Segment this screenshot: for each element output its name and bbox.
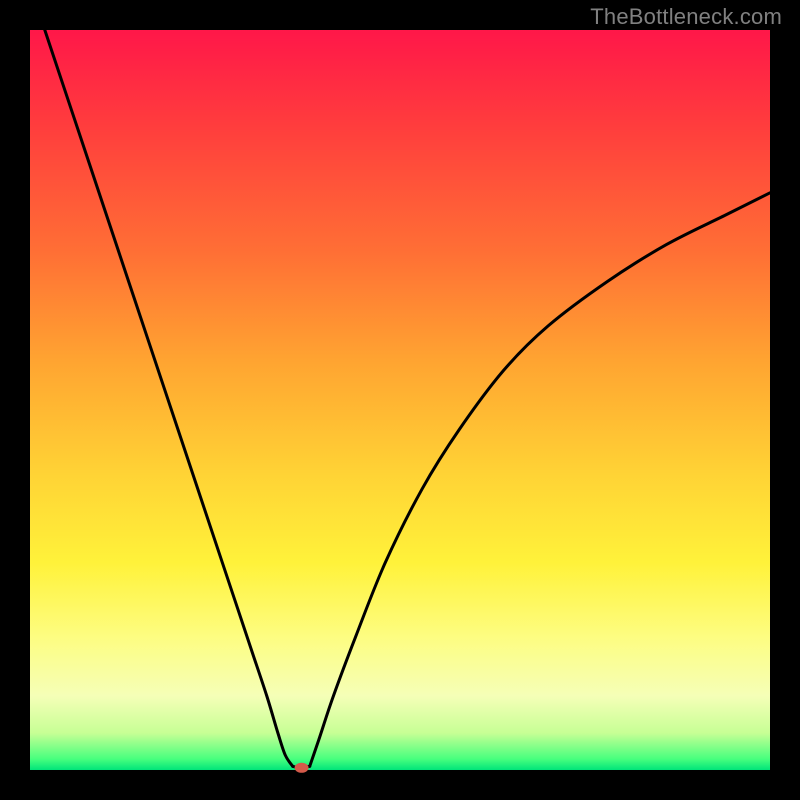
chart-frame: TheBottleneck.com — [0, 0, 800, 800]
min-point-marker — [295, 763, 309, 773]
curve-group — [45, 30, 770, 773]
curve-left-arm — [45, 30, 293, 766]
curve-right-arm — [310, 193, 770, 767]
watermark-text: TheBottleneck.com — [590, 4, 782, 30]
curve-svg — [30, 30, 770, 770]
